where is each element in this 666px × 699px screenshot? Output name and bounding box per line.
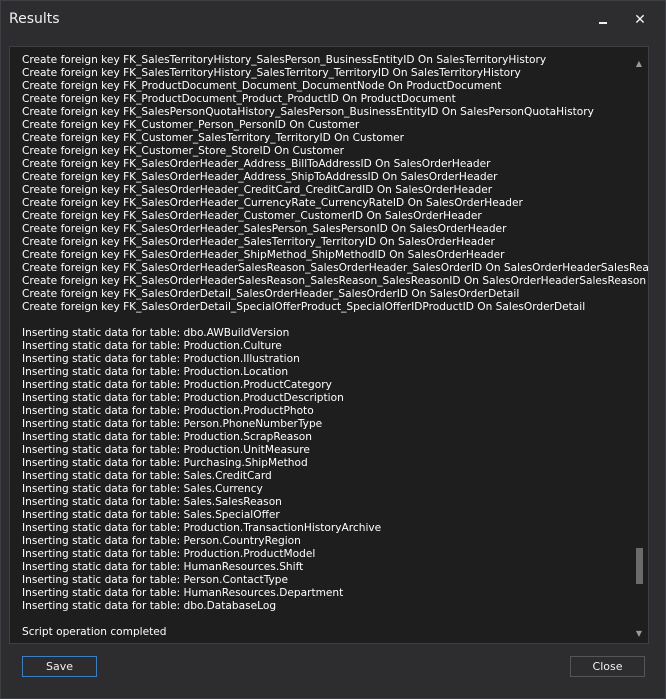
log-line: Create foreign key FK_SalesOrderHeader_C…: [22, 197, 523, 209]
log-line: Create foreign key FK_Customer_SalesTerr…: [22, 132, 405, 144]
scroll-up-icon[interactable]: ▲: [633, 57, 645, 69]
log-line: Inserting static data for table: Product…: [22, 340, 282, 352]
log-line: Inserting static data for table: Product…: [22, 431, 312, 443]
minimize-icon: [599, 22, 607, 24]
log-line: Inserting static data for table: Sales.S…: [22, 496, 282, 508]
scrollbar-thumb[interactable]: [636, 548, 643, 584]
log-line: Inserting static data for table: Sales.C…: [22, 470, 272, 482]
close-button[interactable]: Close: [570, 656, 645, 677]
log-line: Inserting static data for table: HumanRe…: [22, 561, 304, 573]
close-window-button[interactable]: ✕: [628, 9, 652, 31]
log-line: Create foreign key FK_SalesOrderHeader_S…: [22, 249, 505, 261]
log-line: Inserting static data for table: HumanRe…: [22, 587, 344, 599]
log-line: Create foreign key FK_SalesOrderHeader_C…: [22, 184, 493, 196]
log-line: Create foreign key FK_SalesOrderDetail_S…: [22, 288, 520, 300]
dialog-title: Results: [9, 11, 60, 27]
log-line: Inserting static data for table: Product…: [22, 444, 310, 456]
log-line: Inserting static data for table: Product…: [22, 366, 289, 378]
results-log-panel[interactable]: Create foreign key FK_SalesTerritoryHist…: [9, 46, 649, 644]
log-line: Script operation completed: [22, 626, 167, 638]
log-line: Inserting static data for table: Product…: [22, 405, 314, 417]
scroll-down-icon[interactable]: ▼: [633, 627, 645, 639]
log-line: Create foreign key FK_SalesTerritoryHist…: [22, 67, 521, 79]
results-log: Create foreign key FK_SalesTerritoryHist…: [22, 54, 649, 639]
log-line: Inserting static data for table: Product…: [22, 522, 382, 534]
close-icon: ✕: [634, 12, 646, 28]
log-line: Create foreign key FK_SalesOrderHeader_S…: [22, 223, 507, 235]
results-dialog: Results ✕ Create foreign key FK_SalesTer…: [0, 0, 666, 699]
log-line: Create foreign key FK_SalesOrderHeader_S…: [22, 236, 495, 248]
log-line: Create foreign key FK_SalesOrderDetail_S…: [22, 301, 586, 313]
log-line: Create foreign key FK_Customer_Store_Sto…: [22, 145, 344, 157]
vertical-scrollbar[interactable]: ▲ ▼: [632, 47, 646, 643]
log-line: Inserting static data for table: dbo.Dat…: [22, 600, 277, 612]
log-line: Inserting static data for table: Person.…: [22, 418, 323, 430]
log-line: Create foreign key FK_SalesTerritoryHist…: [22, 54, 547, 66]
log-line: Create foreign key FK_SalesOrderHeader_A…: [22, 171, 498, 183]
log-line: Inserting static data for table: Sales.S…: [22, 509, 280, 521]
log-line: Inserting static data for table: Product…: [22, 392, 344, 404]
log-line: Inserting static data for table: dbo.AWB…: [22, 327, 290, 339]
log-line: Inserting static data for table: Sales.C…: [22, 483, 263, 495]
log-line: Inserting static data for table: Product…: [22, 353, 300, 365]
log-line: Inserting static data for table: Product…: [22, 379, 332, 391]
log-line: Inserting static data for table: Person.…: [22, 574, 289, 586]
title-bar[interactable]: Results ✕: [1, 1, 665, 39]
save-button[interactable]: Save: [22, 656, 97, 677]
log-line: Inserting static data for table: Purchas…: [22, 457, 308, 469]
log-line: Create foreign key FK_SalesOrderHeaderSa…: [22, 262, 649, 274]
log-line: Create foreign key FK_ProductDocument_Do…: [22, 80, 502, 92]
log-line: Create foreign key FK_SalesPersonQuotaHi…: [22, 106, 594, 118]
log-line: Create foreign key FK_ProductDocument_Pr…: [22, 93, 456, 105]
log-line: Create foreign key FK_Customer_Person_Pe…: [22, 119, 360, 131]
log-line: Inserting static data for table: Product…: [22, 548, 316, 560]
log-line: Create foreign key FK_SalesOrderHeader_A…: [22, 158, 491, 170]
minimize-button[interactable]: [591, 9, 615, 31]
log-line: Create foreign key FK_SalesOrderHeaderSa…: [22, 275, 647, 287]
log-line: Create foreign key FK_SalesOrderHeader_C…: [22, 210, 482, 222]
log-line: Inserting static data for table: Person.…: [22, 535, 301, 547]
